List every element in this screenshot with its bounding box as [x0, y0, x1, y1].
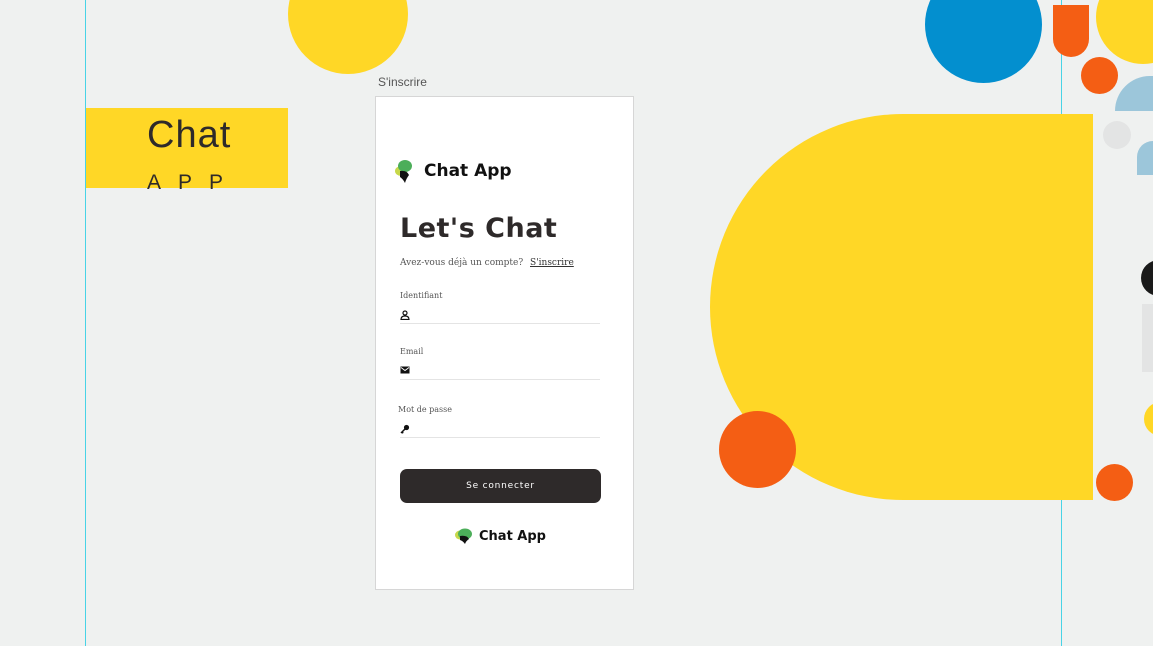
password-field[interactable]	[400, 422, 600, 438]
email-field[interactable]	[400, 364, 600, 380]
title-chat: Chat	[147, 114, 232, 156]
guide-line-left	[85, 0, 86, 646]
footer-app-name: Chat App	[479, 528, 546, 544]
orange-circle-bottom	[1096, 464, 1133, 501]
gray-circle	[1103, 121, 1131, 149]
title-app: APP	[147, 171, 241, 194]
login-button[interactable]: Se connecter	[400, 469, 601, 503]
orange-circle-small	[1081, 57, 1118, 94]
gray-bar-edge	[1142, 304, 1153, 372]
orange-circle-large	[719, 411, 796, 488]
signup-link[interactable]: S'inscrire	[530, 258, 574, 268]
chat-logo-icon	[455, 528, 472, 544]
chat-logo-icon	[395, 160, 412, 183]
orange-arch-shape	[1053, 5, 1089, 57]
yellow-circle-corner	[1096, 0, 1153, 64]
app-brand-header: Chat App	[394, 158, 512, 184]
login-screen-frame: Chat App Let's Chat Avez-vous déjà un co…	[375, 96, 634, 590]
yellow-circle-top	[288, 0, 408, 74]
account-prompt: Avez-vous déjà un compte?	[400, 258, 524, 268]
email-label: Email	[400, 347, 424, 356]
username-label: Identifiant	[400, 291, 443, 300]
frame-label: S'inscrire	[378, 75, 427, 89]
app-brand-footer: Chat App	[454, 527, 546, 545]
chat-app-title-tile: Chat APP	[86, 108, 288, 194]
password-label: Mot de passe	[398, 405, 452, 414]
yellow-circle-edge	[1144, 402, 1153, 436]
dark-circle-edge	[1141, 260, 1153, 296]
blue-circle	[925, 0, 1042, 83]
light-blue-sliver	[1137, 141, 1153, 175]
page-heading: Let's Chat	[400, 213, 558, 244]
username-field[interactable]	[400, 308, 600, 324]
light-blue-quarter-shape	[1115, 76, 1153, 111]
app-name: Chat App	[424, 161, 512, 181]
